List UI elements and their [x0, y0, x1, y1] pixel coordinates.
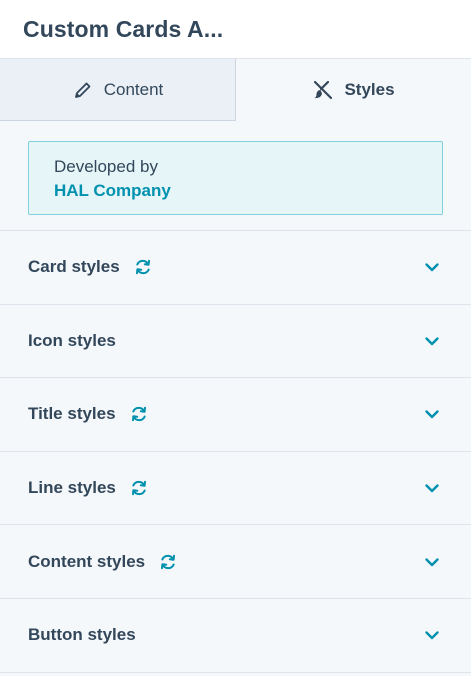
accordion-label: Content styles	[28, 551, 146, 571]
accordion-label: Line styles	[28, 478, 116, 498]
chevron-down-icon[interactable]	[423, 258, 441, 276]
accordion-label: Icon styles	[28, 330, 116, 350]
developer-info-box: Developed by HAL Company	[28, 141, 443, 215]
pencil-icon	[72, 79, 94, 101]
tab-styles-label: Styles	[344, 80, 395, 99]
chevron-down-icon[interactable]	[423, 332, 441, 350]
developed-by-label: Developed by	[54, 157, 158, 176]
module-title: Custom Cards A...	[23, 15, 224, 42]
developer-company-link[interactable]: HAL Company	[54, 178, 417, 204]
chevron-down-icon[interactable]	[423, 553, 441, 571]
chevron-down-icon[interactable]	[423, 479, 441, 497]
chevron-down-icon[interactable]	[423, 405, 441, 423]
chevron-down-icon[interactable]	[423, 626, 441, 644]
sync-icon	[130, 479, 148, 497]
accordion-label: Button styles	[28, 625, 136, 645]
accordion-label: Title styles	[28, 404, 116, 424]
accordion-card-styles[interactable]: Card styles	[0, 231, 471, 305]
panel-header: Custom Cards A...	[0, 0, 471, 59]
tab-styles[interactable]: Styles	[236, 59, 471, 121]
sync-icon	[134, 258, 152, 276]
accordion-button-styles[interactable]: Button styles	[0, 599, 471, 673]
brush-tools-icon	[312, 79, 334, 101]
sync-icon	[130, 405, 148, 423]
style-sections: Card styles Icon styles Title styles Line s…	[0, 231, 471, 673]
tab-bar: Content Styles	[0, 59, 471, 121]
accordion-line-styles[interactable]: Line styles	[0, 452, 471, 526]
tab-content[interactable]: Content	[0, 59, 236, 121]
accordion-title-styles[interactable]: Title styles	[0, 378, 471, 452]
accordion-label: Card styles	[28, 257, 120, 277]
tab-content-label: Content	[103, 79, 164, 99]
accordion-icon-styles[interactable]: Icon styles	[0, 305, 471, 379]
accordion-content-styles[interactable]: Content styles	[0, 525, 471, 599]
developer-section: Developed by HAL Company	[0, 121, 471, 231]
sync-icon	[159, 553, 177, 571]
